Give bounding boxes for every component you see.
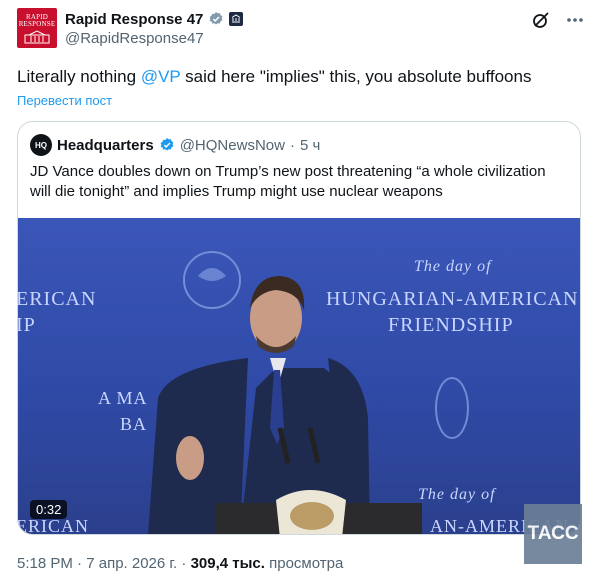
quoted-text: JD Vance doubles down on Trump’s new pos… (30, 163, 546, 200)
backdrop-text: The day of (414, 258, 492, 275)
footer-separator: · (77, 555, 83, 572)
quoted-time[interactable]: 5 ч (300, 137, 320, 154)
quoted-avatar[interactable]: HQ (30, 134, 52, 156)
quoted-tweet[interactable]: HQ Headquarters @HQNewsNow · 5 ч JD Vanc… (17, 121, 581, 535)
backdrop-text: ERICAN (18, 288, 97, 310)
backdrop-text: FRIENDSHIP (388, 314, 514, 336)
author-display-name[interactable]: Rapid Response 47 (65, 11, 203, 28)
quoted-display-name[interactable]: Headquarters (57, 137, 154, 154)
views-count: 309,4 тыс. (190, 555, 265, 572)
meta-separator: · (289, 136, 295, 154)
author-handle[interactable]: @RapidResponse47 (65, 30, 204, 47)
top-actions (531, 10, 585, 30)
verified-badge-icon (208, 11, 224, 27)
grok-icon[interactable] (531, 10, 551, 30)
author-name-row: Rapid Response 47 (65, 9, 244, 29)
hungarian-crest-icon (435, 377, 469, 439)
mention-link[interactable]: @VP (141, 67, 181, 86)
verified-badge-icon (159, 137, 175, 153)
tweet-text: Literally nothing @VP said here "implies… (17, 66, 531, 88)
backdrop-text: IP (18, 314, 36, 336)
quoted-handle[interactable]: @HQNewsNow (180, 137, 285, 154)
backdrop-text: A MA (98, 388, 148, 408)
video-player[interactable]: ERICAN IP The day of HUNGARIAN-AMERICAN … (18, 218, 580, 534)
avatar-logo-text: RAPID RESPONSE (18, 13, 56, 28)
video-duration: 0:32 (30, 500, 68, 519)
footer-separator: · (181, 555, 187, 572)
post-time[interactable]: 5:18 PM (17, 555, 73, 572)
author-avatar[interactable]: RAPID RESPONSE (17, 8, 57, 48)
tweet-text-end: said here "implies" this, you absolute b… (180, 67, 532, 86)
quoted-header: HQ Headquarters @HQNewsNow · 5 ч (30, 134, 320, 156)
tweet-text-start: Literally nothing (17, 67, 141, 86)
backdrop-text: The day of (418, 486, 496, 503)
government-badge-icon (229, 12, 244, 26)
backdrop-text: BA (120, 414, 148, 434)
translate-link[interactable]: Перевести пост (17, 93, 112, 108)
tweet-footer: 5:18 PM · 7 апр. 2026 г. · 309,4 тыс. пр… (17, 555, 343, 572)
backdrop-text: HUNGARIAN-AMERICAN (326, 288, 579, 310)
more-icon[interactable] (565, 10, 585, 30)
post-date[interactable]: 7 апр. 2026 г. (86, 555, 177, 572)
views-label: просмотра (269, 555, 344, 572)
tass-watermark: ТАСС (524, 504, 582, 564)
white-house-icon (24, 30, 50, 44)
speaker-hand (176, 436, 204, 480)
video-frame (148, 251, 469, 534)
